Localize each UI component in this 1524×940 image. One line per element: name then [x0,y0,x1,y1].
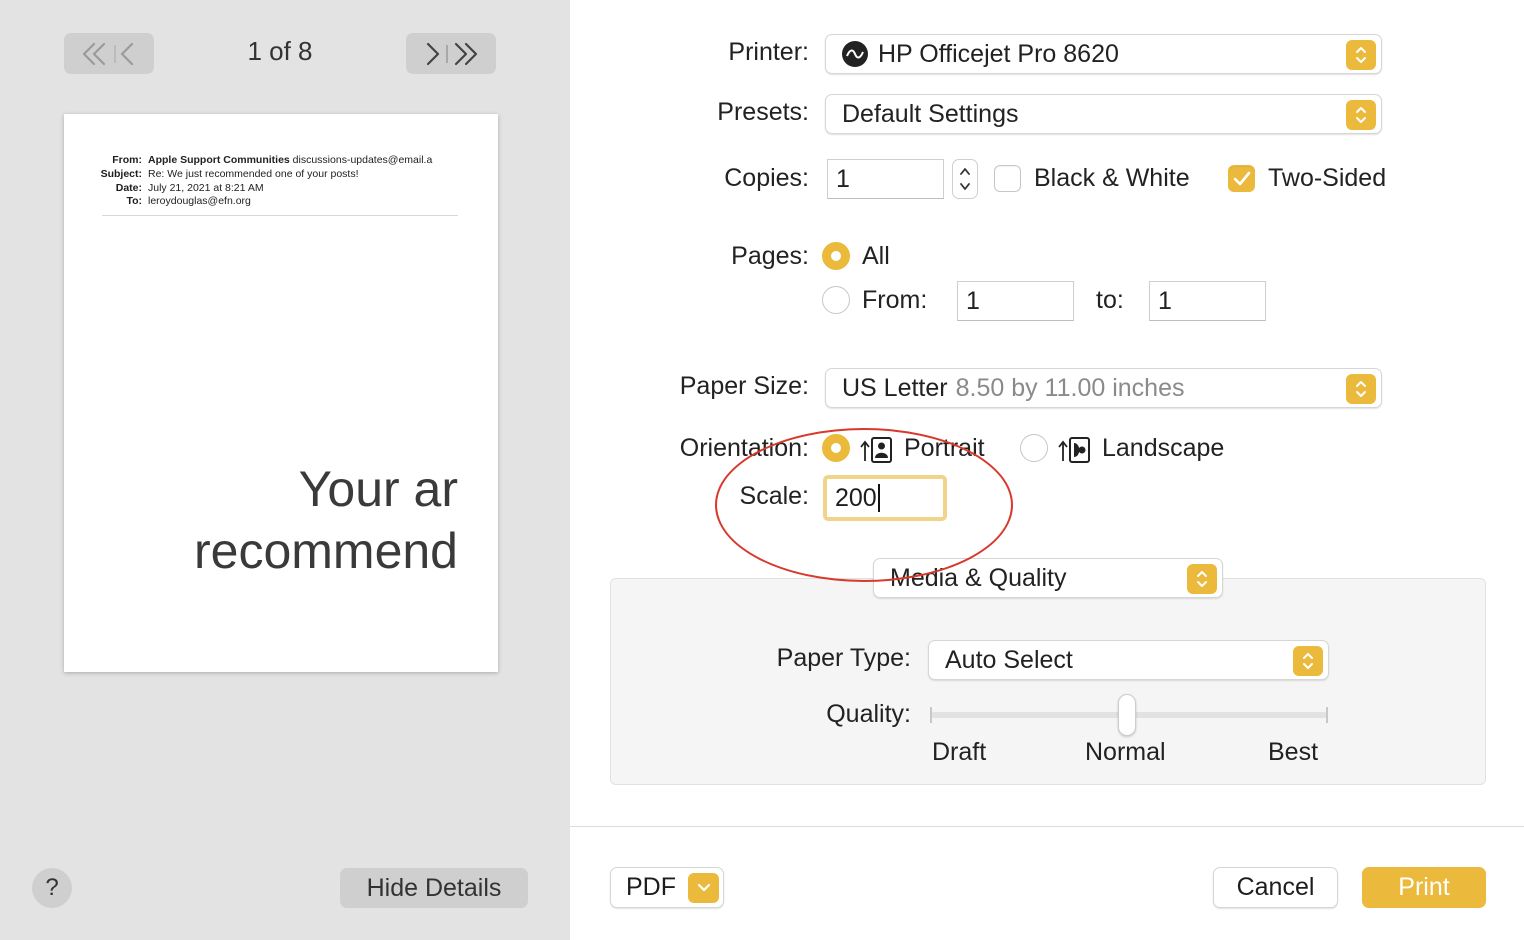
updown-chevron-icon [1293,646,1323,676]
paper-size-detail: 8.50 by 11.00 inches [955,373,1185,402]
quality-label: Quality: [826,700,911,728]
pages-all-label: All [862,242,890,270]
paper-size-value: US Letter [842,373,948,402]
preview-pane: 1 of 8 From: Apple Support Communities d… [0,0,570,940]
chevron-down-icon [688,873,719,903]
paper-type-label: Paper Type: [776,644,911,672]
preview-body-text: Your ar recommend [128,458,458,582]
slider-tick [930,707,932,723]
page-indicator: 1 of 8 [247,36,313,66]
landscape-label: Landscape [1102,434,1225,462]
print-button[interactable]: Print [1362,867,1486,908]
paper-size-label: Paper Size: [679,372,809,400]
copies-field[interactable]: 1 [827,159,944,199]
paper-size-popup[interactable]: US Letter 8.50 by 11.00 inches [825,368,1382,408]
pages-from-radio[interactable] [822,286,850,314]
updown-chevron-icon [1187,564,1217,594]
pages-to-field[interactable]: 1 [1149,281,1266,321]
next-last-icon [426,42,478,65]
email-header: From: Apple Support Communities discussi… [94,154,458,209]
body-line-2: recommend [194,523,458,579]
next-page-nav[interactable] [406,33,496,74]
subject-value: Re: We just recommended one of your post… [148,167,359,180]
updown-chevron-icon [1346,40,1376,70]
landscape-icon [1058,435,1092,470]
presets-popup[interactable]: Default Settings [825,94,1382,134]
from-address: discussions-updates@email.a [292,154,433,166]
two-sided-checkbox[interactable] [1228,165,1255,192]
cancel-button[interactable]: Cancel [1213,867,1338,908]
help-button[interactable]: ? [32,868,72,908]
page-preview: From: Apple Support Communities discussi… [64,114,498,672]
printer-label: Printer: [728,38,809,66]
checkmark-icon [1233,171,1250,185]
printer-popup[interactable]: HP Officejet Pro 8620 [825,34,1382,74]
media-quality-section [610,578,1486,785]
hide-details-button[interactable]: Hide Details [340,868,528,908]
pdf-label: PDF [626,873,676,901]
stepper-arrows-icon [960,168,970,190]
from-name: Apple Support Communities [148,154,290,166]
copies-label: Copies: [724,164,809,192]
from-label: From: [112,154,142,166]
printer-status-icon [842,41,868,67]
to-label: To: [126,195,142,208]
date-label: Date: [115,181,142,194]
pdf-menu-button[interactable]: PDF [610,867,724,908]
presets-value: Default Settings [842,99,1019,128]
first-previous-icon [82,42,134,65]
pages-all-radio[interactable] [822,242,850,270]
paper-type-value: Auto Select [945,645,1073,674]
slider-tick [1326,707,1328,723]
pages-from-label: From: [862,286,928,314]
settings-pane: Printer: HP Officejet Pro 8620 Presets: … [570,0,1524,940]
black-white-label: Black & White [1034,164,1190,192]
quality-draft-label: Draft [932,738,987,766]
printer-value: HP Officejet Pro 8620 [878,39,1119,68]
pages-label: Pages: [731,242,809,270]
subject-label: Subject: [100,167,142,180]
quality-normal-label: Normal [1085,738,1166,766]
previous-page-nav[interactable] [64,33,154,74]
footer-divider [570,826,1524,827]
updown-chevron-icon [1346,374,1376,404]
annotation-ellipse [715,428,1013,582]
two-sided-label: Two-Sided [1268,164,1387,192]
quality-slider-knob[interactable] [1118,694,1136,736]
pages-to-label: to: [1096,286,1124,314]
header-divider [102,215,458,216]
black-white-checkbox[interactable] [994,165,1021,192]
pages-from-field[interactable]: 1 [957,281,1074,321]
body-line-1: Your ar [298,461,458,517]
landscape-radio[interactable] [1020,434,1048,462]
quality-best-label: Best [1268,738,1319,766]
updown-chevron-icon [1346,100,1376,130]
presets-label: Presets: [717,98,809,126]
paper-type-popup[interactable]: Auto Select [928,640,1329,680]
copies-stepper[interactable] [952,159,978,199]
date-value: July 21, 2021 at 8:21 AM [148,181,264,194]
to-value: leroydouglas@efn.org [148,195,251,208]
